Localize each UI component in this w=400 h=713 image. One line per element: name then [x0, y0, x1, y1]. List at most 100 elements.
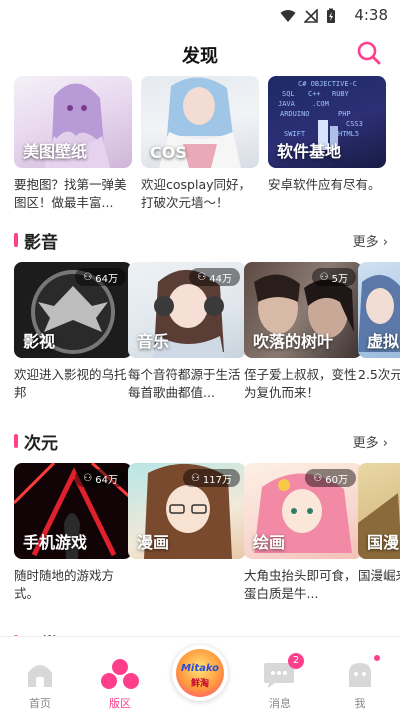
section-title: 影音	[24, 233, 58, 253]
board-description: 随时随地的游戏方式。	[14, 568, 115, 601]
board-name: 影视	[23, 332, 56, 351]
board-name: 国漫	[367, 533, 400, 552]
tab-center-logo[interactable]: Mitako 鲜淘	[160, 637, 240, 713]
board-cover-image: ⚇ 64万 影视	[14, 262, 132, 358]
board-cover-image: ⚇ 64万 手机游戏	[14, 463, 132, 559]
member-count-badge: ⚇ 117万	[182, 469, 240, 487]
member-count-badge: ⚇ 64万	[75, 469, 126, 487]
tab-label: 版区	[109, 697, 131, 710]
section-title: 次元	[24, 434, 58, 454]
board-name: 手机游戏	[23, 533, 88, 552]
svg-text:C# OBJECTIVE-C: C# OBJECTIVE-C	[298, 80, 357, 88]
mitako-logo: Mitako 鲜淘	[172, 645, 228, 701]
profile-icon	[349, 663, 371, 687]
home-icon	[28, 665, 52, 687]
more-link[interactable]: 更多 ›	[353, 231, 388, 250]
board-cover-image: 国漫	[358, 463, 400, 559]
board-description: 安卓软件应有尽有。	[268, 177, 381, 192]
board-card-software[interactable]: C# OBJECTIVE-C SQL C++ RUBY JAVA .COM ARDUI…	[268, 76, 386, 194]
more-label: 更多	[352, 436, 379, 451]
board-cover-image: 虚拟	[358, 262, 400, 358]
logo-text: Mitako	[180, 663, 220, 674]
board-description: 要抱图？找第一弹美图区！做最丰富...	[14, 177, 127, 210]
board-card-guoman[interactable]: 国漫 国漫崛来。	[358, 463, 400, 585]
tab-label: 消息	[269, 697, 291, 710]
board-name: 漫画	[137, 533, 170, 552]
person-icon: ⚇	[83, 472, 93, 484]
svg-text:SQL: SQL	[282, 90, 295, 98]
board-card-video[interactable]: ⚇ 64万 影视 欢迎进入影视的乌托邦	[14, 262, 132, 402]
wifi-icon	[280, 10, 296, 22]
tab-boards[interactable]: 版区	[80, 637, 160, 713]
person-icon: ⚇	[319, 271, 329, 283]
member-count-badge: ⚇ 5万	[311, 268, 356, 286]
board-cover-image: ⚇ 117万 漫画	[128, 463, 246, 559]
board-cover-image: C# OBJECTIVE-C SQL C++ RUBY JAVA .COM ARDUI…	[268, 76, 386, 168]
svg-text:SWIFT: SWIFT	[284, 130, 306, 138]
status-icons	[280, 8, 336, 24]
section-header-dimension: 次元 更多 ›	[0, 429, 400, 454]
board-card-meitu[interactable]: 美图壁纸 要抱图？找第一弹美图区！做最丰富...	[14, 76, 132, 212]
top-header: 发现	[0, 30, 400, 76]
notification-dot	[374, 655, 380, 661]
member-count: 64万	[95, 273, 118, 285]
unread-badge: 2	[288, 653, 304, 669]
board-card-painting[interactable]: ⚇ 60万 绘画 大角虫抬头即可食，蛋白质是牛...	[244, 463, 362, 603]
board-name: 吹落的树叶	[253, 332, 334, 351]
person-icon: ⚇	[83, 271, 93, 283]
board-cover-image: ⚇ 44万 音乐	[128, 262, 246, 358]
tab-home[interactable]: 首页	[0, 637, 80, 713]
person-icon: ⚇	[313, 472, 323, 484]
more-link[interactable]: 更多 ›	[353, 432, 388, 451]
tab-messages[interactable]: 2 消息	[240, 637, 320, 713]
member-count: 60万	[325, 474, 348, 486]
section-header-media: 影音 更多 ›	[0, 228, 400, 253]
svg-text:PHP: PHP	[338, 110, 351, 118]
battery-charging-icon	[327, 8, 335, 23]
page-title: 发现	[182, 46, 218, 67]
board-card-music[interactable]: ⚇ 44万 音乐 每个音符都源于生活 每首歌曲都值...	[128, 262, 246, 402]
member-count: 44万	[209, 273, 232, 285]
chevron-right-icon: ›	[378, 235, 388, 250]
svg-text:.COM: .COM	[312, 100, 329, 108]
search-icon[interactable]	[356, 40, 382, 66]
member-count: 5万	[331, 273, 348, 285]
svg-text:HTML5: HTML5	[338, 130, 359, 138]
board-name: 虚拟	[367, 332, 400, 351]
svg-text:JAVA: JAVA	[278, 100, 296, 108]
tab-profile[interactable]: 我	[320, 637, 400, 713]
logo-badge: Mitako 鲜淘	[176, 649, 224, 697]
board-card-cos[interactable]: COS 欢迎cosplay同好，打破次元墙～！	[141, 76, 259, 212]
board-name: 美图壁纸	[23, 142, 88, 161]
board-name: 音乐	[137, 332, 170, 351]
board-name: 绘画	[253, 533, 286, 552]
board-description: 欢迎进入影视的乌托邦	[14, 367, 127, 400]
no-signal-icon	[304, 9, 318, 23]
board-name: COS	[150, 143, 187, 162]
board-card-virtual[interactable]: 虚拟 2.5次元地	[358, 262, 400, 384]
svg-text:RUBY: RUBY	[332, 90, 350, 98]
board-card-comics[interactable]: ⚇ 117万 漫画	[128, 463, 246, 567]
svg-text:CSS3: CSS3	[346, 120, 363, 128]
tab-label: 我	[354, 697, 366, 710]
board-description: 国漫崛来。	[358, 568, 400, 583]
person-icon: ⚇	[197, 271, 207, 283]
member-count-badge: ⚇ 60万	[305, 469, 356, 487]
section-accent-bar	[14, 233, 18, 247]
person-icon: ⚇	[190, 472, 200, 484]
svg-text:ARDUINO: ARDUINO	[280, 110, 310, 118]
board-description: 欢迎cosplay同好，打破次元墙～！	[141, 177, 251, 210]
board-card-mobile-games[interactable]: ⚇ 64万 手机游戏 随时随地的游戏方式。	[14, 463, 132, 603]
board-cover-image: COS	[141, 76, 259, 168]
logo-subtext: 鲜淘	[190, 679, 209, 689]
member-count: 117万	[202, 474, 232, 486]
discover-feed[interactable]: 美图壁纸 要抱图？找第一弹美图区！做最丰富... COS 欢迎cosplay同好…	[0, 76, 400, 636]
board-cover-image: ⚇ 5万 吹落的树叶	[244, 262, 362, 358]
boards-icon	[101, 659, 139, 689]
tab-label: 首页	[29, 697, 51, 710]
member-count-badge: ⚇ 44万	[189, 268, 240, 286]
chevron-right-icon: ›	[378, 436, 388, 451]
member-count: 64万	[95, 474, 118, 486]
svg-text:C++: C++	[308, 90, 321, 98]
board-card-drama[interactable]: ⚇ 5万 吹落的树叶 侄子爱上叔叔，变性为复仇而来！	[244, 262, 362, 402]
